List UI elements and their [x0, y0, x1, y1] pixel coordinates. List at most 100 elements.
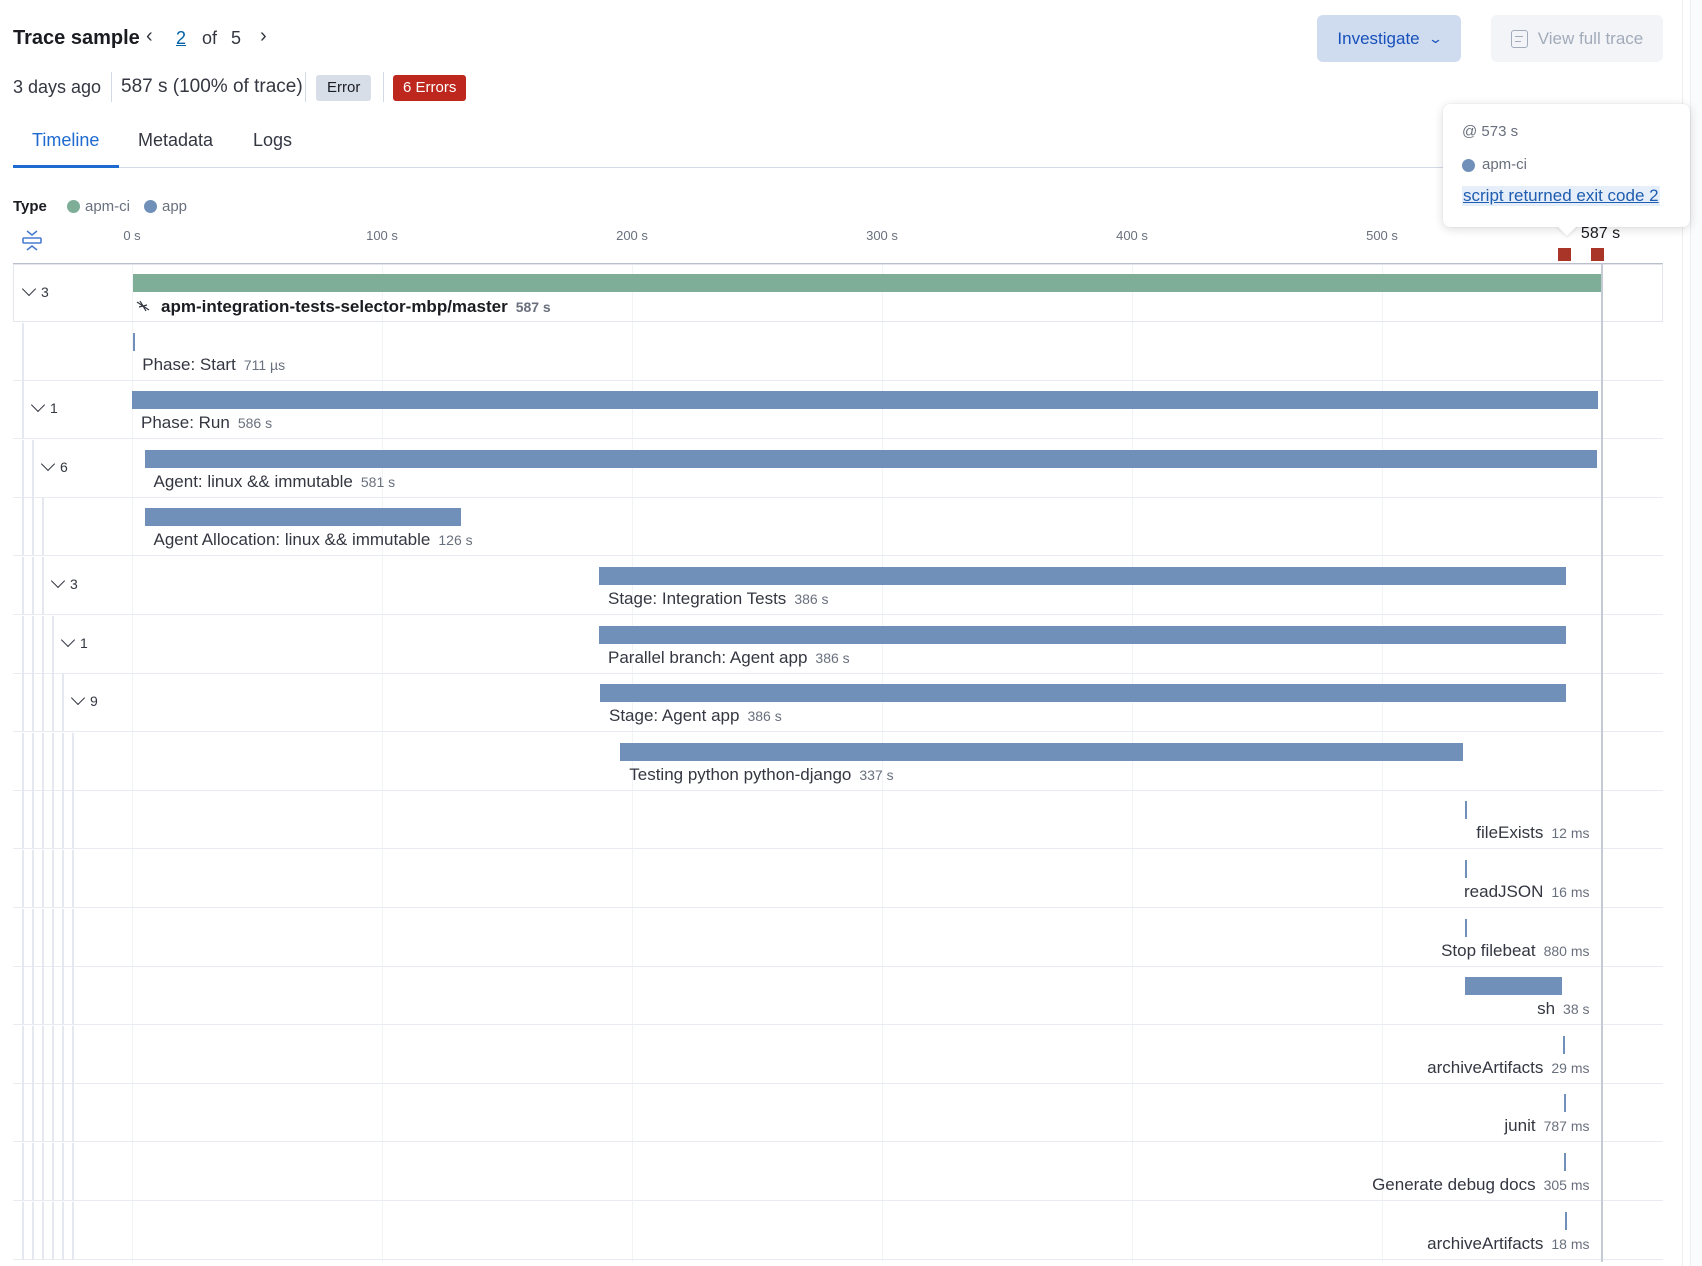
- trace-duration: 587 s (100% of trace): [121, 76, 303, 97]
- legend-dot-app: [144, 200, 157, 213]
- tree-guide-line: [32, 1084, 34, 1143]
- span-bar[interactable]: [1563, 1094, 1566, 1113]
- span-bar[interactable]: [1464, 918, 1467, 937]
- collapse-all-icon[interactable]: [20, 229, 44, 253]
- span-bar[interactable]: [1563, 1035, 1565, 1054]
- span-label[interactable]: Generate debug docs 305 ms: [1372, 1175, 1589, 1195]
- expand-toggle[interactable]: 1: [30, 398, 58, 416]
- waterfall-row[interactable]: junit 787 ms: [13, 1084, 1663, 1143]
- span-label[interactable]: junit 787 ms: [1504, 1116, 1589, 1136]
- tree-guide-line: [72, 850, 74, 908]
- span-bar[interactable]: [144, 449, 1597, 468]
- error-marker[interactable]: [1557, 248, 1571, 261]
- span-label[interactable]: fileExists 12 ms: [1476, 823, 1589, 843]
- span-label[interactable]: Agent: linux && immutable 581 s: [154, 472, 396, 492]
- tab-timeline[interactable]: Timeline: [32, 130, 99, 151]
- expand-toggle[interactable]: 3: [21, 281, 49, 300]
- expand-toggle[interactable]: 6: [40, 456, 68, 475]
- span-name: Phase: Run: [141, 413, 230, 433]
- waterfall-row[interactable]: sh 38 s: [13, 967, 1663, 1026]
- tree-guide-line: [32, 674, 34, 733]
- chevron-down-icon: [30, 398, 46, 413]
- waterfall-row[interactable]: archiveArtifacts 29 ms: [13, 1025, 1663, 1084]
- span-bar[interactable]: [132, 391, 1599, 410]
- tree-guide-line: [52, 1143, 54, 1201]
- span-duration: 29 ms: [1551, 1059, 1590, 1076]
- tree-guide-line: [52, 908, 54, 967]
- trace-end-line: [1601, 264, 1603, 1262]
- waterfall-row[interactable]: 1 Parallel branch: Agent app 386 s: [13, 615, 1663, 674]
- document-icon: [1510, 29, 1528, 48]
- span-duration: 305 ms: [1543, 1177, 1590, 1193]
- tab-logs[interactable]: Logs: [253, 130, 292, 151]
- errors-count-badge[interactable]: 6 Errors: [393, 75, 467, 101]
- waterfall-row[interactable]: 9 Stage: Agent app 386 s: [13, 674, 1663, 733]
- span-label[interactable]: Stage: Integration Tests 386 s: [608, 589, 829, 609]
- expand-toggle[interactable]: 3: [50, 573, 78, 592]
- span-label[interactable]: Stage: Agent app 386 s: [609, 706, 782, 726]
- waterfall-row[interactable]: 1 Phase: Run 586 s: [13, 381, 1663, 440]
- span-bar[interactable]: [599, 625, 1566, 644]
- waterfall-row[interactable]: Phase: Start 711 µs: [13, 322, 1663, 381]
- span-label[interactable]: Parallel branch: Agent app 386 s: [608, 648, 850, 668]
- span-duration: 386 s: [815, 649, 850, 666]
- span-bar[interactable]: [1564, 1153, 1566, 1171]
- span-label[interactable]: Phase: Start 711 µs: [142, 355, 285, 375]
- span-label[interactable]: archiveArtifacts 29 ms: [1427, 1058, 1589, 1078]
- child-count: 1: [80, 634, 88, 651]
- waterfall-row[interactable]: 6 Agent: linux && immutable 581 s: [13, 439, 1663, 498]
- legend-title: Type: [13, 198, 47, 215]
- span-bar[interactable]: [1464, 801, 1467, 820]
- scrollbar[interactable]: [1690, 0, 1702, 1266]
- span-label[interactable]: sh 38 s: [1537, 999, 1589, 1019]
- span-bar[interactable]: [133, 274, 1601, 292]
- error-message-link[interactable]: script returned exit code 2: [1462, 186, 1660, 206]
- span-bar[interactable]: [620, 742, 1464, 761]
- span-bar[interactable]: [599, 567, 1566, 585]
- waterfall-row[interactable]: readJSON 16 ms: [13, 850, 1663, 908]
- span-label[interactable]: archiveArtifacts 18 ms: [1427, 1234, 1589, 1254]
- tree-guide-line: [32, 439, 34, 498]
- expand-toggle[interactable]: 1: [60, 632, 88, 651]
- span-name: Parallel branch: Agent app: [608, 647, 808, 667]
- span-label[interactable]: Testing python python-django 337 s: [629, 765, 893, 785]
- waterfall-row[interactable]: Stop filebeat 880 ms: [13, 908, 1663, 967]
- error-badge[interactable]: Error: [316, 75, 372, 101]
- tab-metadata[interactable]: Metadata: [138, 130, 213, 151]
- tree-guide-line: [72, 908, 74, 967]
- chevron-down-icon: [21, 281, 37, 297]
- span-label[interactable]: Agent Allocation: linux && immutable 126 …: [154, 530, 473, 550]
- span-duration: 16 ms: [1551, 884, 1590, 900]
- next-sample-icon[interactable]: ›: [260, 25, 267, 48]
- waterfall-row[interactable]: Testing python python-django 337 s: [13, 732, 1663, 791]
- waterfall-row[interactable]: Agent Allocation: linux && immutable 126 …: [13, 498, 1663, 557]
- investigate-label: Investigate: [1337, 28, 1420, 48]
- span-name: apm-integration-tests-selector-mbp/maste…: [161, 297, 508, 316]
- error-marker[interactable]: [1591, 248, 1605, 261]
- current-sample-number[interactable]: 2: [176, 28, 186, 49]
- investigate-button[interactable]: Investigate ⌄: [1317, 15, 1461, 62]
- previous-sample-icon[interactable]: ‹: [146, 25, 153, 48]
- expand-toggle[interactable]: 9: [70, 691, 98, 709]
- waterfall-row[interactable]: fileExists 12 ms: [13, 791, 1663, 850]
- span-label[interactable]: apm-integration-tests-selector-mbp/maste…: [135, 297, 551, 317]
- tree-guide-line: [62, 967, 64, 1026]
- span-label[interactable]: Stop filebeat 880 ms: [1441, 941, 1589, 961]
- span-label[interactable]: readJSON 16 ms: [1464, 882, 1590, 902]
- waterfall-row[interactable]: archiveArtifacts 18 ms: [13, 1201, 1663, 1260]
- span-bar[interactable]: [1465, 977, 1562, 996]
- tree-guide-line: [42, 1143, 44, 1201]
- span-bar[interactable]: [1564, 1211, 1567, 1230]
- span-bar[interactable]: [144, 508, 461, 527]
- span-bar[interactable]: [1464, 860, 1467, 878]
- waterfall-row[interactable]: 3 Stage: Integration Tests 386 s: [13, 557, 1663, 615]
- waterfall-row[interactable]: 3 apm-integration-tests-selector-mbp/mast…: [13, 264, 1663, 322]
- span-bar[interactable]: [600, 684, 1566, 703]
- tree-guide-line: [22, 615, 24, 674]
- tree-guide-line: [22, 381, 24, 440]
- span-label[interactable]: Phase: Run 586 s: [141, 413, 272, 433]
- tabs-divider: [13, 167, 1663, 168]
- waterfall-row[interactable]: Generate debug docs 305 ms: [13, 1143, 1663, 1201]
- span-bar[interactable]: [133, 332, 136, 351]
- view-full-trace-button[interactable]: View full trace: [1491, 15, 1663, 62]
